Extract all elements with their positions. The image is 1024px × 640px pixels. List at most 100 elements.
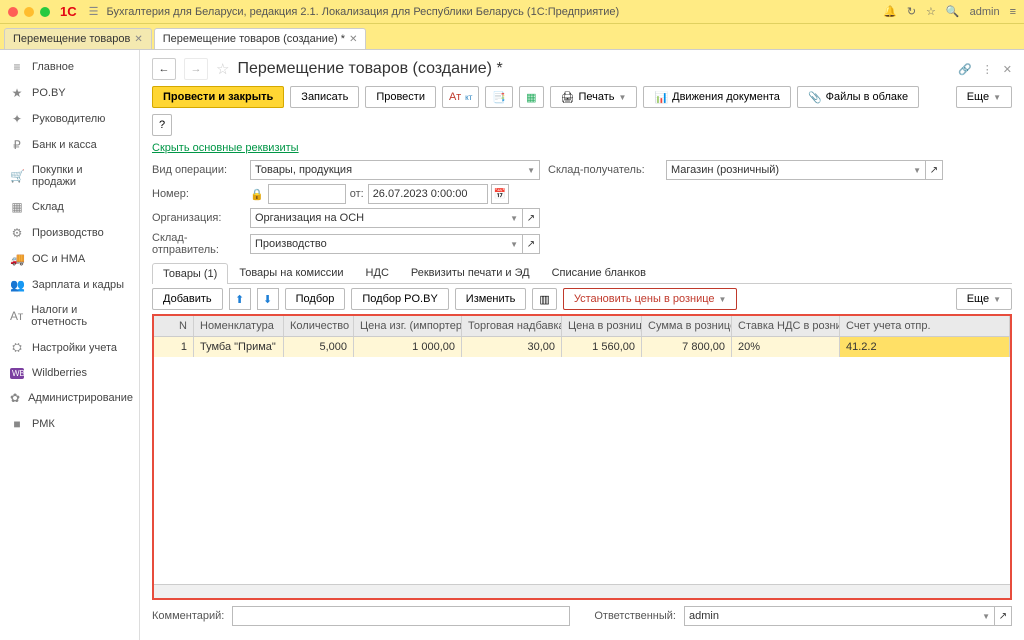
recipient-label: Склад-получатель: [548,164,658,176]
tab-blanks[interactable]: Списание бланков [541,262,657,283]
col-qty[interactable]: Количество [284,316,354,336]
add-button[interactable]: Добавить [152,288,223,310]
table-more-button[interactable]: Еще ▼ [956,288,1012,310]
col-nad[interactable]: Торговая надбавка [462,316,562,336]
calendar-icon[interactable]: 📅 [491,184,509,204]
col-nom[interactable]: Номенклатура [194,316,284,336]
from-label: от: [350,188,364,200]
help-button[interactable]: ? [152,114,172,136]
sidebar-item-main[interactable]: ≡Главное [0,54,139,80]
h-scrollbar[interactable] [154,584,1010,598]
sidebar-item-settings[interactable]: ⛭Настройки учета [0,334,139,361]
tab-vat[interactable]: НДС [355,262,400,283]
sidebar-item-rmk[interactable]: ■РМК [0,411,139,437]
grid-icon: ▦ [10,200,24,214]
link-icon[interactable]: 🔗 [958,63,972,76]
table-row[interactable]: 1 Тумба "Прима" 5,000 1 000,00 30,00 1 5… [154,337,1010,357]
sidebar-item-manager[interactable]: ✦Руководителю [0,106,139,132]
col-ret[interactable]: Цена в рознице [562,316,642,336]
tab-0[interactable]: Перемещение товаров ✕ [4,28,152,49]
sender-combo[interactable]: Производство▼ [250,234,523,254]
comment-input[interactable] [232,606,570,626]
main-toolbar: Провести и закрыть Записать Провести Атк… [152,86,1012,136]
sender-label: Склад-отправитель: [152,232,242,256]
cloud-files-button[interactable]: 📎 Файлы в облаке [797,86,919,108]
col-acc[interactable]: Счет учета отпр. [840,316,1010,336]
sidebar-item-bank[interactable]: ₽Банк и касса [0,132,139,158]
close-dot[interactable] [8,7,18,17]
document-tabs-bar: Перемещение товаров ✕ Перемещение товаро… [0,24,1024,50]
more-icon[interactable]: ⋮ [982,63,993,76]
recipient-combo[interactable]: Магазин (розничный)▼ [666,160,926,180]
table-body[interactable]: 1 Тумба "Прима" 5,000 1 000,00 30,00 1 5… [154,337,1010,584]
user-label[interactable]: admin [970,6,1000,18]
bell-icon[interactable]: 🔔 [883,5,897,18]
sidebar-item-sales[interactable]: 🛒Покупки и продажи [0,158,139,194]
square-icon: ■ [10,417,24,431]
sidebar-item-wildberries[interactable]: WBWildberries [0,361,139,385]
min-dot[interactable] [24,7,34,17]
favorite-icon[interactable]: ☆ [216,60,229,78]
open-icon[interactable]: ↗ [994,606,1012,626]
sidebar-item-admin[interactable]: ✿Администрирование [0,385,139,411]
tab-print[interactable]: Реквизиты печати и ЭД [400,262,541,283]
tab-goods[interactable]: Товары (1) [152,263,228,284]
back-button[interactable]: ← [152,58,176,80]
col-n[interactable]: N [154,316,194,336]
pick-poby-button[interactable]: Подбор PO.BY [351,288,448,310]
excel-button[interactable]: ▦ [519,86,543,108]
open-icon[interactable]: ↗ [925,160,943,180]
close-icon[interactable]: ✕ [1003,63,1012,76]
col-sum[interactable]: Сумма в рознице [642,316,732,336]
tab-commission[interactable]: Товары на комиссии [228,262,354,283]
sidebar-item-poby[interactable]: ★PO.BY [0,80,139,106]
close-icon[interactable]: ✕ [349,34,357,45]
sidebar-item-assets[interactable]: 🚚ОС и НМА [0,246,139,272]
list-icon: ≡ [10,60,24,74]
sidebar-item-taxes[interactable]: АтНалоги и отчетность [0,298,139,334]
write-button[interactable]: Записать [290,86,359,108]
open-icon[interactable]: ↗ [522,234,540,254]
col-imp[interactable]: Цена изг. (импортера) [354,316,462,336]
sidebar: ≡Главное ★PO.BY ✦Руководителю ₽Банк и ка… [0,50,140,640]
change-button[interactable]: Изменить [455,288,527,310]
more-button[interactable]: Еще ▼ [956,86,1012,108]
footer: Комментарий: Ответственный: admin▼ ↗ [152,600,1012,632]
window-controls [8,7,50,17]
move-up-button[interactable]: ⬆ [229,288,251,310]
move-down-button[interactable]: ⬇ [257,288,279,310]
date-input[interactable]: 26.07.2023 0:00:00 [368,184,488,204]
tab-1[interactable]: Перемещение товаров (создание) * ✕ [154,28,367,49]
number-input[interactable] [268,184,346,204]
sidebar-item-warehouse[interactable]: ▦Склад [0,194,139,220]
resp-combo[interactable]: admin▼ [684,606,995,626]
post-close-button[interactable]: Провести и закрыть [152,86,284,108]
open-icon[interactable]: ↗ [522,208,540,228]
ruble-icon: ₽ [10,138,24,152]
max-dot[interactable] [40,7,50,17]
wb-icon: WB [10,368,24,379]
forward-button[interactable]: → [184,58,208,80]
close-icon[interactable]: ✕ [134,34,142,45]
dt-kt-button[interactable]: Аткт [442,86,479,108]
goods-table: N Номенклатура Количество Цена изг. (имп… [152,314,1012,600]
movements-button[interactable]: 📊 Движения документа [643,86,791,108]
sidebar-item-production[interactable]: ⚙Производство [0,220,139,246]
menu-icon[interactable]: ☰ [89,5,99,18]
post-button[interactable]: Провести [365,86,436,108]
pick-button[interactable]: Подбор [285,288,346,310]
star-icon[interactable]: ☆ [926,5,936,18]
set-retail-button[interactable]: Установить цены в рознице ▼ [563,288,738,310]
print-button[interactable]: 🖨 Печать ▼ [550,86,638,108]
history-icon[interactable]: ↻ [907,5,916,18]
settings-icon[interactable]: ≡ [1010,6,1016,18]
sidebar-item-salary[interactable]: 👥Зарплата и кадры [0,272,139,298]
oper-combo[interactable]: Товары, продукция▼ [250,160,540,180]
org-combo[interactable]: Организация на ОСН▼ [250,208,523,228]
report-button[interactable]: 📑 [485,86,513,108]
barcode-button[interactable]: ▥ [532,288,556,310]
hide-details-link[interactable]: Скрыть основные реквизиты [152,142,1012,154]
cog-icon: ⛭ [10,340,24,355]
col-vat[interactable]: Ставка НДС в рознице [732,316,840,336]
search-icon[interactable]: 🔍 [946,5,960,18]
